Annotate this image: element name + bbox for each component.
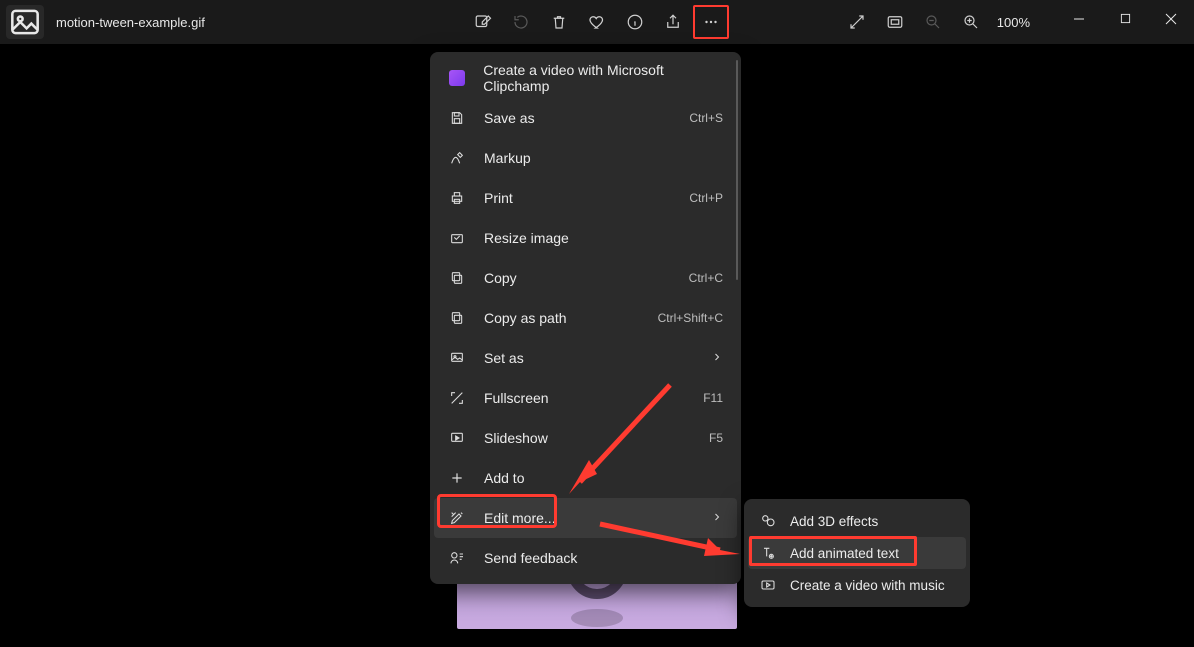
favorite-icon[interactable] (579, 5, 615, 39)
feedback-icon (448, 550, 466, 566)
window-controls (1056, 11, 1194, 34)
menu-item-label: Create a video with Microsoft Clipchamp (483, 62, 723, 94)
menu-item-shortcut: F11 (703, 391, 723, 405)
copy-path-icon (448, 310, 466, 326)
menu-item-shortcut: Ctrl+Shift+C (658, 311, 723, 325)
menu-item-label: Fullscreen (484, 390, 549, 406)
maximize-button[interactable] (1102, 4, 1148, 34)
more-options-icon[interactable] (693, 5, 729, 39)
print-icon (448, 190, 466, 206)
edit-more-submenu: Add 3D effects Add animated text Create … (744, 499, 970, 607)
zoom-out-icon[interactable] (915, 5, 951, 39)
menu-item-label: Copy as path (484, 310, 567, 326)
menu-save-as[interactable]: Save as Ctrl+S (434, 98, 737, 138)
menu-item-label: Markup (484, 150, 531, 166)
submenu-video-music[interactable]: Create a video with music (748, 569, 966, 601)
submenu-item-label: Create a video with music (790, 578, 945, 593)
menu-copy[interactable]: Copy Ctrl+C (434, 258, 737, 298)
add-icon (448, 470, 466, 486)
rotate-icon (503, 5, 539, 39)
chevron-right-icon (711, 510, 723, 526)
fullscreen-icon[interactable] (839, 5, 875, 39)
chevron-right-icon (711, 350, 723, 366)
menu-item-shortcut: Ctrl+C (689, 271, 723, 285)
menu-item-label: Add to (484, 470, 524, 486)
menu-item-label: Edit more... (484, 510, 556, 526)
slideshow-icon (448, 430, 466, 446)
submenu-3d-effects[interactable]: Add 3D effects (748, 505, 966, 537)
menu-fullscreen[interactable]: Fullscreen F11 (434, 378, 737, 418)
zoom-level[interactable]: 100% (991, 15, 1036, 30)
zoom-controls: 100% (839, 5, 1036, 39)
title-bar-right: 100% (839, 0, 1194, 44)
copy-icon (448, 270, 466, 286)
menu-item-label: Set as (484, 350, 524, 366)
share-icon[interactable] (655, 5, 691, 39)
menu-item-label: Slideshow (484, 430, 548, 446)
edit-icon[interactable] (465, 5, 501, 39)
info-icon[interactable] (617, 5, 653, 39)
more-options-menu: Create a video with Microsoft Clipchamp … (430, 52, 741, 584)
submenu-animated-text[interactable]: Add animated text (748, 537, 966, 569)
menu-feedback[interactable]: Send feedback (434, 538, 737, 578)
menu-resize[interactable]: Resize image (434, 218, 737, 258)
clipchamp-icon (448, 70, 465, 86)
menu-item-shortcut: Ctrl+S (689, 111, 723, 125)
video-icon (760, 577, 776, 593)
filename-label: motion-tween-example.gif (56, 15, 205, 30)
fullscreen-menu-icon (448, 390, 466, 406)
menu-markup[interactable]: Markup (434, 138, 737, 178)
zoom-in-icon[interactable] (953, 5, 989, 39)
menu-item-label: Resize image (484, 230, 569, 246)
menu-item-label: Save as (484, 110, 535, 126)
setas-icon (448, 350, 466, 366)
markup-icon (448, 150, 466, 166)
toolbar-center (465, 5, 729, 39)
menu-item-shortcut: Ctrl+P (689, 191, 723, 205)
menu-copy-path[interactable]: Copy as path Ctrl+Shift+C (434, 298, 737, 338)
delete-icon[interactable] (541, 5, 577, 39)
resize-icon (448, 230, 466, 246)
menu-edit-more[interactable]: Edit more... (434, 498, 737, 538)
minimize-button[interactable] (1056, 4, 1102, 34)
effects-icon (760, 513, 776, 529)
menu-clipchamp[interactable]: Create a video with Microsoft Clipchamp (434, 58, 737, 98)
submenu-item-label: Add 3D effects (790, 514, 878, 529)
title-bar: motion-tween-example.gif 100% (0, 0, 1194, 44)
edit-more-icon (448, 510, 466, 526)
close-button[interactable] (1148, 4, 1194, 34)
menu-print[interactable]: Print Ctrl+P (434, 178, 737, 218)
menu-item-label: Send feedback (484, 550, 577, 566)
animated-text-icon (760, 545, 776, 561)
menu-item-label: Copy (484, 270, 517, 286)
menu-item-shortcut: F5 (709, 431, 723, 445)
menu-item-label: Print (484, 190, 513, 206)
menu-add-to[interactable]: Add to (434, 458, 737, 498)
menu-slideshow[interactable]: Slideshow F5 (434, 418, 737, 458)
file-type-icon (6, 5, 44, 39)
fit-to-window-icon[interactable] (877, 5, 913, 39)
save-icon (448, 110, 466, 126)
submenu-item-label: Add animated text (790, 546, 899, 561)
menu-set-as[interactable]: Set as (434, 338, 737, 378)
